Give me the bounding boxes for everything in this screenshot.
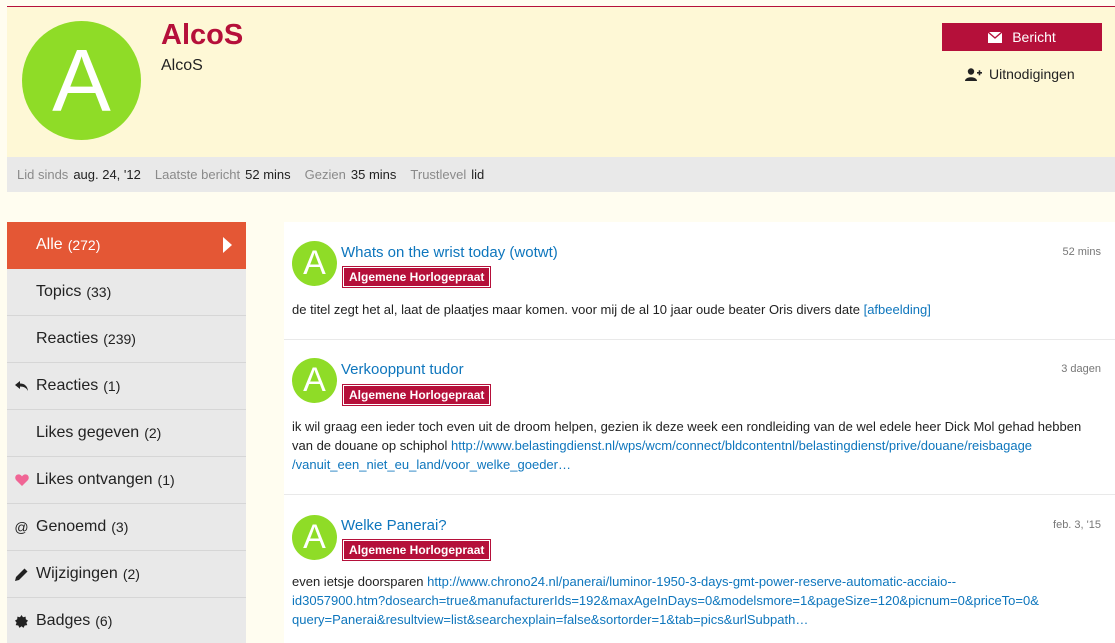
heart-icon xyxy=(7,474,36,486)
post-avatar[interactable]: A xyxy=(292,241,337,286)
sidebar-item-label: Topics xyxy=(36,283,82,300)
sidebar-item-count: (1) xyxy=(103,378,121,394)
external-link[interactable]: http://www.chrono24.nl/panerai/luminor-1… xyxy=(427,574,956,589)
sidebar-item-replies-received[interactable]: Reacties (1) xyxy=(7,363,246,410)
post-item: A Verkooppunt tudor 3 dagen Algemene Hor… xyxy=(284,340,1115,495)
post-excerpt: de titel zegt het al, laat de plaatjes m… xyxy=(292,300,1101,319)
category-badge[interactable]: Algemene Horlogepraat xyxy=(342,539,492,561)
profile-fullname: AlcoS xyxy=(161,57,203,74)
invites-link-label: Uitnodigingen xyxy=(989,66,1075,82)
sidebar-item-mentions[interactable]: @ Genoemd (3) xyxy=(7,504,246,551)
sidebar-item-label: Wijzigingen xyxy=(36,565,118,582)
invites-link[interactable]: Uitnodigingen xyxy=(965,66,1075,82)
member-since-label: Lid sinds xyxy=(17,167,69,182)
post-time: 52 mins xyxy=(1062,246,1101,258)
activity-stream: A Whats on the wrist today (wotwt) 52 mi… xyxy=(284,222,1115,643)
category-badge[interactable]: Algemene Horlogepraat xyxy=(342,266,492,288)
category-badge[interactable]: Algemene Horlogepraat xyxy=(342,384,492,406)
post-time: 3 dagen xyxy=(1061,363,1101,375)
profile-header: A AlcoS AlcoS Bericht Uitnodigingen xyxy=(7,7,1115,157)
post-excerpt-text: even ietsje doorsparen xyxy=(292,574,428,589)
message-button-label: Bericht xyxy=(1012,29,1056,45)
post-excerpt: ik wil graag een ieder toch even uit de … xyxy=(292,417,1101,474)
sidebar-item-topics[interactable]: Topics (33) xyxy=(7,269,246,316)
post-avatar[interactable]: A xyxy=(292,515,337,560)
sidebar-item-count: (239) xyxy=(103,331,136,347)
seen-value: 35 mins xyxy=(350,167,397,182)
active-arrow-icon xyxy=(223,237,232,253)
sidebar-item-likes-given[interactable]: Likes gegeven (2) xyxy=(7,410,246,457)
trust-level-label: Trustlevel xyxy=(410,167,467,182)
external-link-continued[interactable]: query=Panerai&resultview=list&searchexpl… xyxy=(292,612,808,627)
sidebar-item-count: (1) xyxy=(157,472,175,488)
sidebar-item-edits[interactable]: Wijzigingen (2) xyxy=(7,551,246,598)
sidebar-item-count: (272) xyxy=(67,237,101,253)
post-avatar[interactable]: A xyxy=(292,358,337,403)
badge-icon xyxy=(7,614,36,628)
post-item: A Welke Panerai? feb. 3, '15 Algemene Ho… xyxy=(284,495,1115,643)
sidebar-item-count: (2) xyxy=(122,566,140,582)
external-link-continued[interactable]: /vanuit_een_niet_eu_land/voor_welke_goed… xyxy=(292,457,571,472)
sidebar-item-count: (33) xyxy=(86,284,112,300)
sidebar-item-label: Genoemd xyxy=(36,518,107,535)
sidebar-item-count: (6) xyxy=(95,613,113,629)
last-post-value: 52 mins xyxy=(245,167,291,182)
sidebar-item-label: Reacties xyxy=(36,330,99,347)
add-user-icon xyxy=(965,67,982,81)
profile-username: AlcoS xyxy=(161,19,244,51)
external-link-continued[interactable]: id3057900.htm?dosearch=true&manufacturer… xyxy=(292,593,1039,608)
activity-filter-sidebar: Alle (272) Topics (33) Reacties (239) Re… xyxy=(7,222,246,643)
sidebar-item-likes-received[interactable]: Likes ontvangen (1) xyxy=(7,457,246,504)
post-title-link[interactable]: Welke Panerai? xyxy=(341,517,447,534)
sidebar-item-label: Likes gegeven xyxy=(36,424,140,441)
user-avatar[interactable]: A xyxy=(22,21,141,140)
message-button[interactable]: Bericht xyxy=(942,23,1102,51)
sidebar-item-label: Likes ontvangen xyxy=(36,471,153,488)
pencil-icon xyxy=(7,568,36,581)
post-title-link[interactable]: Whats on the wrist today (wotwt) xyxy=(341,244,558,261)
sidebar-item-label: Badges xyxy=(36,612,91,629)
reply-icon xyxy=(7,380,36,392)
sidebar-item-all[interactable]: Alle (272) xyxy=(7,222,246,269)
post-title-link[interactable]: Verkooppunt tudor xyxy=(341,361,464,378)
external-link[interactable]: http://www.belastingdienst.nl/wps/wcm/co… xyxy=(451,438,1032,453)
profile-stats-bar: Lid sinds aug. 24, '12 Laatste bericht 5… xyxy=(7,157,1115,192)
sidebar-item-badges[interactable]: Badges (6) xyxy=(7,598,246,643)
sidebar-item-count: (2) xyxy=(144,425,162,441)
last-post-label: Laatste bericht xyxy=(154,167,241,182)
post-excerpt-text: de titel zegt het al, laat de plaatjes m… xyxy=(292,302,864,317)
trust-level-value: lid xyxy=(471,167,485,182)
member-since-value: aug. 24, '12 xyxy=(73,167,141,182)
at-icon: @ xyxy=(14,519,29,535)
category-badge-label: Algemene Horlogepraat xyxy=(344,386,490,404)
category-badge-label: Algemene Horlogepraat xyxy=(344,268,490,286)
sidebar-item-replies[interactable]: Reacties (239) xyxy=(7,316,246,363)
post-excerpt: even ietsje doorsparen http://www.chrono… xyxy=(292,572,1101,629)
post-item: A Whats on the wrist today (wotwt) 52 mi… xyxy=(284,222,1115,340)
sidebar-item-label: Reacties xyxy=(36,377,99,394)
category-badge-label: Algemene Horlogepraat xyxy=(344,541,490,559)
post-time: feb. 3, '15 xyxy=(1053,519,1101,531)
seen-label: Gezien xyxy=(304,167,346,182)
image-link[interactable]: [afbeelding] xyxy=(864,302,931,317)
envelope-icon xyxy=(988,31,1003,43)
sidebar-item-label: Alle xyxy=(36,236,63,253)
sidebar-item-count: (3) xyxy=(111,519,129,535)
